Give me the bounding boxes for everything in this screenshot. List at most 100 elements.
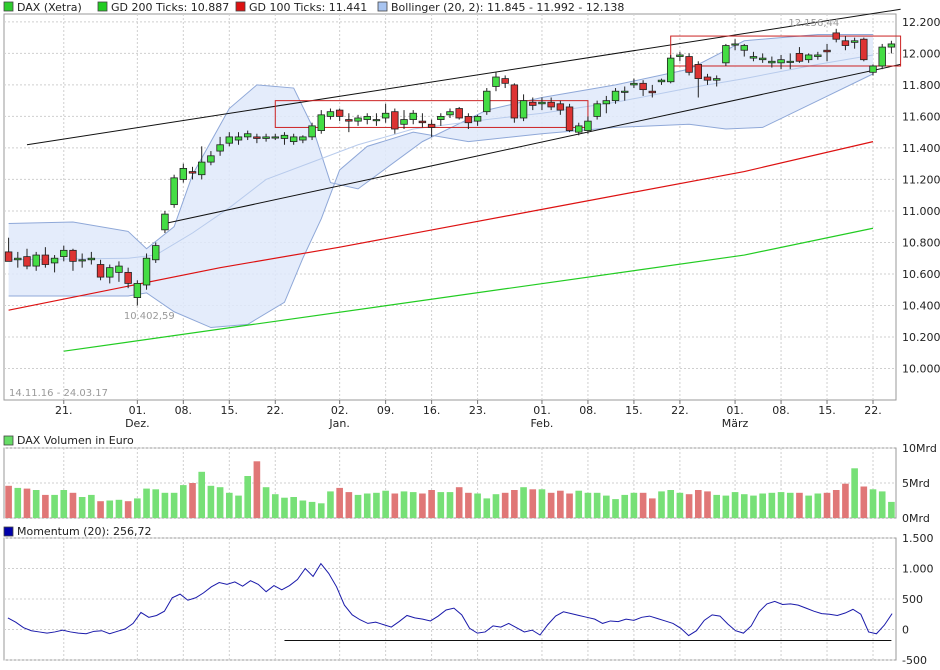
- candle-body: [280, 134, 289, 139]
- volume-bar: [823, 492, 831, 518]
- candle-body: [225, 136, 234, 144]
- volume-bar: [639, 492, 647, 518]
- momentum-y-tick-label: -500: [902, 654, 927, 667]
- candle-body: [400, 119, 408, 125]
- candle-body: [722, 45, 730, 64]
- legend-label: GD 200 Ticks: 10.887: [111, 1, 229, 14]
- candle-body: [69, 249, 77, 262]
- volume-y-tick-label: 0Mrd: [902, 512, 930, 525]
- candle-body: [510, 84, 519, 119]
- volume-bar: [271, 494, 279, 518]
- volume-bar: [455, 487, 463, 518]
- candle-body: [860, 38, 868, 61]
- x-tick-label: 16.: [423, 404, 441, 417]
- volume-bar: [612, 499, 619, 518]
- candle-body: [142, 257, 151, 286]
- candle-body: [4, 251, 13, 262]
- legend-label: GD 100 Ticks: 11.441: [249, 1, 367, 14]
- candle-body: [216, 144, 224, 152]
- volume-bar: [78, 497, 86, 518]
- volume-bar: [667, 490, 675, 518]
- price-y-tick-label: 10.600: [902, 268, 940, 281]
- month-label: Dez.: [125, 417, 150, 430]
- legend-swatch: [235, 1, 246, 12]
- volume-bar: [244, 476, 252, 518]
- volume-bar: [419, 493, 426, 518]
- candle-body: [234, 136, 243, 141]
- volume-bar: [308, 501, 316, 518]
- candle-body: [878, 46, 886, 67]
- candle-body: [354, 117, 362, 122]
- candle-body: [446, 111, 454, 116]
- volume-bar: [722, 495, 730, 518]
- momentum-y-tick-label: 500: [902, 593, 923, 606]
- volume-bar: [354, 494, 362, 518]
- candle-body: [657, 79, 666, 83]
- volume-bar: [14, 487, 22, 518]
- candle-body: [556, 103, 565, 111]
- volume-bar: [428, 490, 435, 518]
- candle-body: [869, 65, 877, 73]
- volume-bar: [658, 491, 665, 518]
- candle-body: [639, 82, 647, 91]
- candle-body: [584, 120, 592, 131]
- volume-bar: [446, 492, 454, 518]
- volume-bar: [694, 490, 702, 518]
- volume-bar: [42, 494, 49, 518]
- candle-body: [308, 125, 316, 138]
- candle-body: [492, 76, 500, 87]
- volume-bar: [888, 501, 895, 518]
- candle-body: [814, 54, 822, 57]
- volume-bar: [32, 490, 40, 518]
- month-label: Feb.: [530, 417, 553, 430]
- volume-bar: [529, 489, 537, 518]
- volume-bar: [814, 493, 822, 518]
- volume-bar: [437, 492, 445, 518]
- candle-body: [694, 64, 702, 79]
- price-y-tick-label: 10.400: [902, 299, 940, 312]
- volume-bar: [796, 492, 803, 518]
- volume-bar: [842, 483, 849, 518]
- candle-body: [685, 56, 693, 73]
- price-y-tick-label: 11.800: [902, 79, 940, 92]
- candle-body: [529, 101, 537, 106]
- candle-body: [676, 54, 684, 57]
- volume-bar: [731, 492, 739, 518]
- candle-body: [96, 264, 105, 278]
- volume-bar: [170, 492, 178, 518]
- candle-body: [115, 265, 123, 273]
- volume-bar: [621, 494, 629, 518]
- x-tick-label: 01.: [129, 404, 147, 417]
- momentum-y-tick-label: 1.000: [902, 563, 934, 576]
- candle-body: [427, 123, 436, 128]
- candle-body: [299, 136, 307, 141]
- volume-bar: [235, 495, 242, 518]
- volume-bar: [501, 492, 509, 518]
- legend-label: DAX (Xetra): [17, 1, 82, 14]
- candle-body: [758, 57, 767, 61]
- volume-bar: [327, 491, 334, 518]
- volume-bar: [805, 495, 812, 518]
- volume-bar: [860, 486, 868, 518]
- volume-bar: [207, 485, 215, 518]
- volume-bar: [281, 497, 288, 518]
- month-label: Jan.: [328, 417, 349, 430]
- volume-bar: [88, 494, 95, 518]
- volume-bar: [317, 503, 325, 518]
- candle-body: [473, 116, 482, 122]
- volume-bar: [290, 497, 297, 518]
- candle-body: [60, 249, 68, 258]
- candle-body: [372, 119, 381, 122]
- high-annotation: 12.156,44: [788, 18, 839, 29]
- candle-body: [381, 112, 390, 119]
- candle-body: [786, 60, 794, 63]
- volume-bar: [152, 489, 160, 518]
- candle-body: [648, 90, 657, 94]
- volume-bar: [5, 485, 12, 518]
- volume-bar: [189, 483, 196, 518]
- volume-bar: [492, 494, 500, 518]
- x-tick-label: 23.: [469, 404, 487, 417]
- volume-bar: [299, 500, 307, 518]
- volume-bar: [869, 489, 877, 518]
- candle-body: [547, 101, 555, 108]
